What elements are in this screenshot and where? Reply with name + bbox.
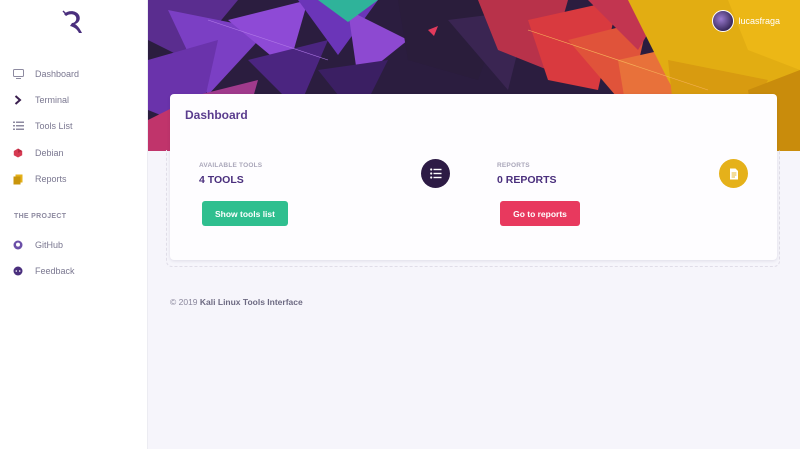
sidebar-item-reports[interactable]: Reports <box>12 171 67 187</box>
sidebar-item-debian[interactable]: Debian <box>12 145 64 161</box>
sidebar-item-tools-list[interactable]: Tools List <box>12 118 73 134</box>
card-title: Dashboard <box>185 108 248 122</box>
available-tools-label: AVAILABLE TOOLS <box>199 162 263 169</box>
chat-icon <box>12 265 24 277</box>
dashboard-card: Dashboard AVAILABLE TOOLS 4 TOOLS Show t… <box>170 94 777 260</box>
document-icon <box>719 159 748 188</box>
sidebar-item-dashboard[interactable]: Dashboard <box>12 66 79 82</box>
footer-product-link[interactable]: Kali Linux Tools Interface <box>200 297 303 307</box>
reports-value: 0 REPORTS <box>497 174 557 186</box>
sidebar-item-label: Debian <box>35 148 64 158</box>
sidebar-item-terminal[interactable]: Terminal <box>12 92 69 108</box>
sidebar-item-github[interactable]: GitHub <box>12 237 63 253</box>
sidebar-item-label: Tools List <box>35 121 73 131</box>
github-icon <box>12 239 24 251</box>
sidebar-item-label: Dashboard <box>35 69 80 79</box>
user-menu[interactable]: lucasfraga <box>712 10 780 32</box>
sidebar-item-label: Reports <box>35 174 67 184</box>
monitor-icon <box>12 68 24 80</box>
list-icon <box>12 120 24 132</box>
sidebar-item-label: Terminal <box>35 95 70 105</box>
sidebar-section-title: THE PROJECT <box>14 213 67 220</box>
copy-icon <box>12 173 24 185</box>
chevron-right-icon <box>12 94 24 106</box>
show-tools-list-button[interactable]: Show tools list <box>202 201 288 226</box>
debian-icon <box>12 147 24 159</box>
go-to-reports-button[interactable]: Go to reports <box>500 201 580 226</box>
footer: © 2019 Kali Linux Tools Interface <box>170 297 303 307</box>
username: lucasfraga <box>738 16 780 26</box>
copyright-text: © 2019 <box>170 297 198 307</box>
list-icon <box>421 159 450 188</box>
sidebar: Dashboard Terminal Tools List Debian Rep… <box>0 0 148 449</box>
reports-label: REPORTS <box>497 162 530 169</box>
avatar <box>712 10 735 32</box>
sidebar-item-label: GitHub <box>35 240 64 250</box>
kali-dragon-logo[interactable] <box>58 6 88 36</box>
available-tools-value: 4 TOOLS <box>199 174 244 186</box>
sidebar-item-label: Feedback <box>35 266 75 276</box>
sidebar-item-feedback[interactable]: Feedback <box>12 263 75 279</box>
